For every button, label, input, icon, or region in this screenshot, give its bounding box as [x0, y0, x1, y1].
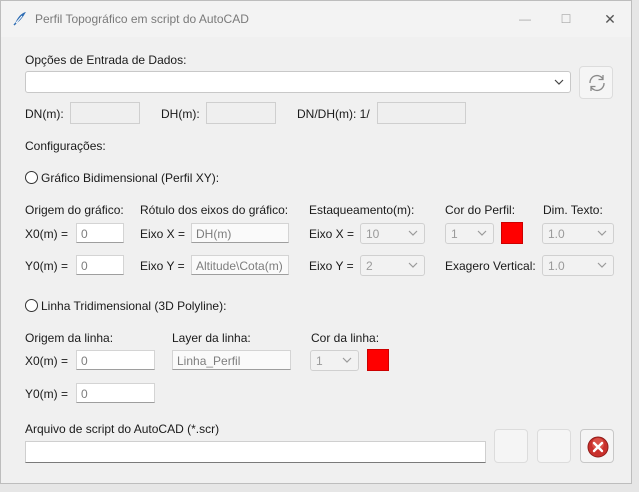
chevron-down-icon: [597, 262, 607, 268]
input-options-combo[interactable]: [25, 71, 571, 93]
vertical-exaggeration-combo[interactable]: 1.0: [542, 255, 614, 276]
graph-y0-field[interactable]: 0: [76, 255, 124, 275]
line-origin-label: Origem da linha:: [25, 331, 114, 345]
chevron-down-icon: [477, 230, 487, 236]
line-x0-field[interactable]: 0: [76, 350, 155, 370]
line-y0-label: Y0(m) =: [25, 387, 69, 401]
text-dim-combo[interactable]: 1.0: [542, 223, 614, 244]
graph2d-radio[interactable]: [25, 171, 38, 184]
graph-origin-label: Origem do gráfico:: [25, 203, 124, 217]
profile-color-label: Cor do Perfil:: [445, 203, 516, 217]
chevron-down-icon: [408, 262, 418, 268]
line-color-combo[interactable]: 1: [310, 350, 359, 371]
minimize-button[interactable]: —: [502, 1, 548, 37]
script-file-label: Arquivo de script do AutoCAD (*.scr): [25, 422, 220, 436]
dndh-field: [377, 102, 466, 124]
text-dim-value: 1.0: [548, 227, 565, 241]
axis-y-field[interactable]: Altitude\Cota(m): [191, 255, 289, 275]
axis-x-label: Eixo X =: [140, 227, 186, 241]
chevron-down-icon: [597, 230, 607, 236]
dn-label: DN(m):: [25, 107, 64, 121]
dn-field: [70, 102, 140, 124]
vertical-exaggeration-value: 1.0: [548, 259, 565, 273]
graph-x0-label: X0(m) =: [25, 227, 69, 241]
close-button[interactable]: ✕: [587, 1, 633, 37]
cancel-x-icon: [587, 436, 609, 458]
graph-x0-field[interactable]: 0: [76, 223, 124, 243]
line-color-swatch[interactable]: [367, 349, 389, 371]
autocad-feather-icon: [13, 12, 26, 26]
text-dim-label: Dim. Texto:: [543, 203, 603, 217]
dndh-label: DN/DH(m): 1/: [297, 107, 370, 121]
maximize-icon: ☐: [560, 12, 572, 26]
cancel-button[interactable]: [580, 429, 614, 463]
line-layer-field[interactable]: Linha_Perfil: [172, 350, 291, 370]
line-x0-label: X0(m) =: [25, 354, 69, 368]
profile-color-combo[interactable]: 1: [445, 223, 494, 244]
graph2d-radio-label: Gráfico Bidimensional (Perfil XY):: [41, 171, 220, 185]
title-bar: Perfil Topográfico em script do AutoCAD …: [1, 1, 631, 37]
stake-y-label: Eixo Y =: [309, 259, 354, 273]
input-options-label: Opções de Entrada de Dados:: [25, 53, 187, 67]
profile-color-value: 1: [451, 227, 458, 241]
line-color-value: 1: [316, 354, 323, 368]
chevron-down-icon: [342, 357, 352, 363]
axis-x-field[interactable]: DH(m): [191, 223, 289, 243]
axis-y-label: Eixo Y =: [140, 259, 185, 273]
minimize-icon: —: [519, 12, 531, 26]
stake-x-combo[interactable]: 10: [360, 223, 425, 244]
dh-label: DH(m):: [161, 107, 200, 121]
line-layer-label: Layer da linha:: [172, 331, 251, 345]
script-path-field[interactable]: [25, 441, 486, 463]
chevron-down-icon: [408, 230, 418, 236]
refresh-icon: [589, 75, 605, 91]
refresh-button[interactable]: [579, 66, 613, 99]
graph-y0-label: Y0(m) =: [25, 259, 69, 273]
maximize-button[interactable]: ☐: [543, 1, 589, 37]
stake-y-combo[interactable]: 2: [360, 255, 425, 276]
dh-field: [206, 102, 276, 124]
stake-x-value: 10: [366, 227, 380, 241]
chevron-down-icon: [554, 79, 564, 85]
config-label: Configurações:: [25, 139, 106, 153]
line-y0-field[interactable]: 0: [76, 383, 155, 403]
run-button[interactable]: [537, 429, 571, 463]
profile-color-swatch[interactable]: [501, 222, 523, 244]
stake-label: Estaqueamento(m):: [309, 203, 415, 217]
line3d-radio-label: Linha Tridimensional (3D Polyline):: [41, 299, 227, 313]
vertical-exaggeration-label: Exagero Vertical:: [445, 259, 536, 273]
browse-button[interactable]: [494, 429, 528, 463]
axis-label-heading: Rótulo dos eixos do gráfico:: [140, 203, 289, 217]
line-color-label: Cor da linha:: [311, 331, 380, 345]
stake-x-label: Eixo X =: [309, 227, 355, 241]
window-title: Perfil Topográfico em script do AutoCAD: [35, 12, 249, 26]
close-icon: ✕: [604, 10, 616, 27]
main-window: Perfil Topográfico em script do AutoCAD …: [0, 0, 632, 484]
line3d-radio[interactable]: [25, 299, 38, 312]
stake-y-value: 2: [366, 259, 373, 273]
